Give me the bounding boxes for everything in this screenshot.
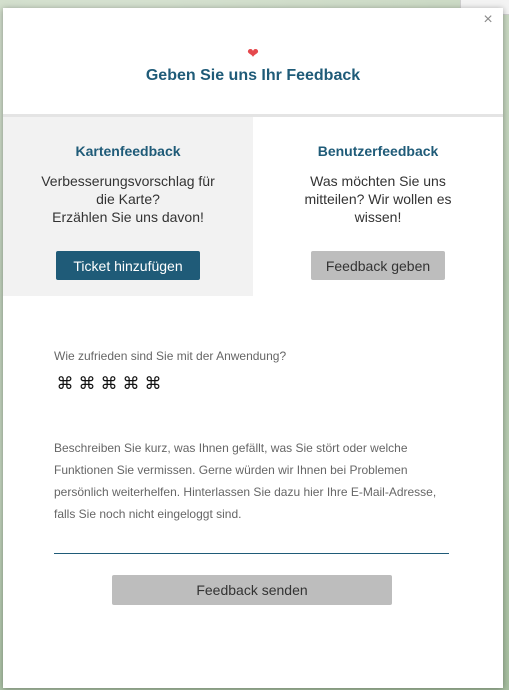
heart-icon: ❤ [247, 45, 259, 61]
user-feedback-text: Was möchten Sie uns mitteilen? Wir wolle… [273, 172, 483, 226]
user-feedback-text-line: Was möchten Sie uns [310, 173, 446, 189]
give-feedback-button[interactable]: Feedback geben [311, 251, 445, 280]
user-feedback-text-line: wissen! [354, 209, 402, 225]
map-feedback-text-line: die Karte? [96, 191, 160, 207]
feedback-options: Kartenfeedback Verbesserungsvorschlag fü… [3, 117, 503, 296]
rating-question: Wie zufrieden sind Sie mit der Anwendung… [54, 349, 287, 363]
close-icon: × [483, 11, 493, 28]
rating-drone-icon-2[interactable]: ⌘ [76, 374, 98, 394]
user-feedback-card: Benutzerfeedback Was möchten Sie uns mit… [253, 117, 503, 296]
dialog-title: Geben Sie uns Ihr Feedback [145, 67, 361, 84]
feedback-dialog: × ❤ Geben Sie uns Ihr Feedback Kartenfee… [3, 8, 503, 688]
rating-selector: ⌘ ⌘ ⌘ ⌘ ⌘ [54, 374, 164, 394]
feedback-description: Beschreiben Sie kurz, was Ihnen gefällt,… [54, 441, 437, 521]
map-feedback-text-line: Erzählen Sie uns davon! [52, 209, 204, 225]
send-feedback-button[interactable]: Feedback senden [112, 575, 392, 605]
close-button[interactable]: × [480, 11, 496, 29]
add-ticket-button[interactable]: Ticket hinzufügen [56, 251, 200, 280]
feedback-input[interactable] [54, 532, 449, 554]
user-feedback-text-line: mitteilen? Wir wollen es [304, 191, 452, 207]
rating-drone-icon-5[interactable]: ⌘ [142, 374, 164, 394]
rating-drone-icon-4[interactable]: ⌘ [120, 374, 142, 394]
rating-drone-icon-1[interactable]: ⌘ [54, 374, 76, 394]
map-feedback-text: Verbesserungsvorschlag für die Karte? Er… [23, 172, 233, 226]
user-feedback-title: Benutzerfeedback [317, 143, 439, 159]
map-feedback-card: Kartenfeedback Verbesserungsvorschlag fü… [3, 117, 253, 296]
rating-drone-icon-3[interactable]: ⌘ [98, 374, 120, 394]
map-feedback-title: Kartenfeedback [75, 143, 181, 159]
map-feedback-text-line: Verbesserungsvorschlag für [41, 173, 215, 189]
